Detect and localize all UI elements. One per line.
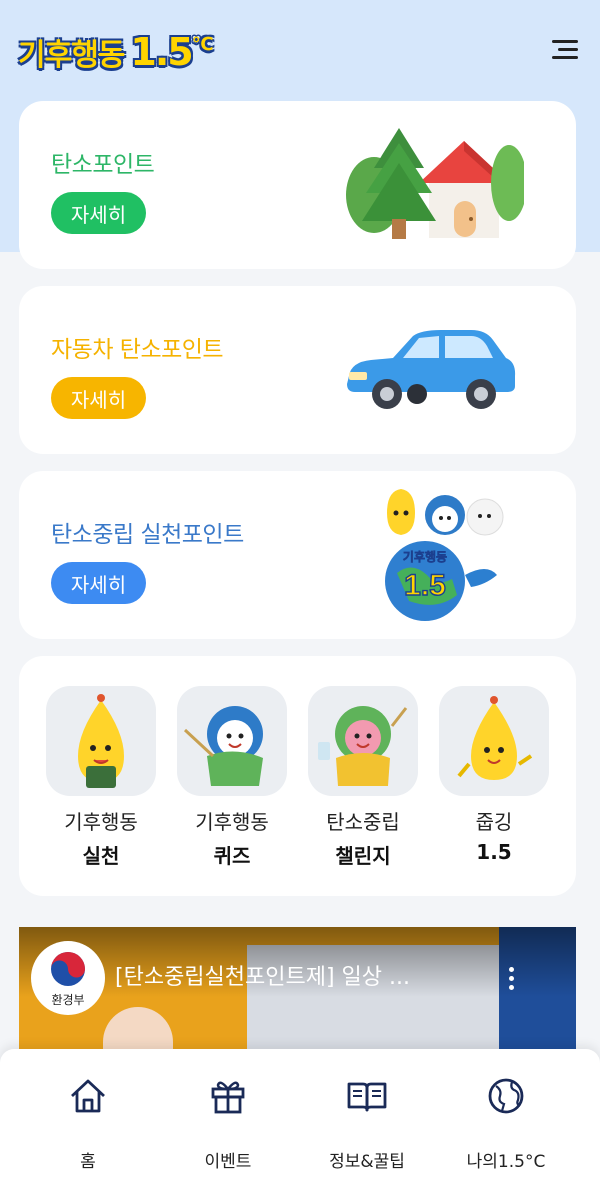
video-title[interactable]: [탄소중립실천포인트제] 일상 ...	[115, 959, 410, 991]
video-banner[interactable]: 환경부 [탄소중립실천포인트제] 일상 ...	[19, 927, 576, 1057]
logo-text: 기후행동	[18, 38, 125, 73]
carbon-point-card[interactable]: 탄소포인트 자세히	[19, 101, 576, 269]
quick-item-line2: 1.5	[476, 840, 512, 864]
channel-avatar[interactable]: 환경부	[31, 941, 105, 1015]
detail-button[interactable]: 자세히	[51, 377, 146, 419]
quick-item-line2: 챌린지	[335, 844, 391, 868]
nav-event[interactable]: 이벤트	[153, 1075, 303, 1172]
app-header: 기후행동 1.5 ℃	[0, 0, 600, 100]
quick-item-line1: 기후행동	[195, 810, 269, 834]
globe-icon	[488, 1078, 524, 1114]
svg-text:기후행동: 기후행동	[403, 549, 447, 564]
detail-button[interactable]: 자세히	[51, 562, 146, 604]
quick-item-line1: 탄소중립	[326, 810, 400, 834]
card-title: 탄소중립 실천포인트	[51, 522, 244, 548]
house-trees-illustration	[346, 128, 524, 239]
bottom-navigation: 홈 이벤트 정보&꿀팁 나의1.5°C	[0, 1049, 600, 1185]
app-logo[interactable]: 기후행동 1.5 ℃	[18, 30, 214, 74]
quick-item-practice[interactable]: 기후행동 실천	[46, 686, 156, 869]
quick-menu: 기후행동 실천 기후행동 퀴즈 탄소중립 챌린지 줍깅 1.5	[19, 656, 576, 896]
practice-mascot-icon	[46, 686, 156, 796]
quick-item-quiz[interactable]: 기후행동 퀴즈	[177, 686, 287, 869]
gift-icon	[211, 1081, 245, 1114]
quiz-mascot-icon	[177, 686, 287, 796]
book-icon	[347, 1082, 387, 1112]
card-title: 자동차 탄소포인트	[51, 337, 224, 363]
carbon-neutral-point-card[interactable]: 탄소중립 실천포인트 자세히 기후행동 1.5	[19, 471, 576, 639]
logo-number: 1.5	[130, 30, 193, 74]
korea-emblem-icon	[51, 952, 85, 986]
plogging-mascot-icon	[439, 686, 549, 796]
channel-label: 환경부	[51, 993, 85, 1007]
challenge-mascot-icon	[308, 686, 418, 796]
quick-item-line1: 줍깅	[475, 810, 513, 834]
nav-home[interactable]: 홈	[13, 1075, 163, 1172]
nav-label: 정보&꿀팁	[329, 1152, 405, 1172]
home-icon	[71, 1079, 105, 1113]
quick-item-line1: 기후행동	[64, 810, 138, 834]
quick-item-plogging[interactable]: 줍깅 1.5	[439, 686, 549, 864]
more-options-icon[interactable]	[509, 967, 517, 990]
logo-unit: ℃	[191, 34, 214, 55]
car-carbon-point-card[interactable]: 자동차 탄소포인트 자세히	[19, 286, 576, 454]
mascots-globe-illustration: 기후행동 1.5	[385, 489, 504, 621]
card-title: 탄소포인트	[51, 152, 155, 178]
quick-item-line2: 실천	[82, 844, 120, 868]
nav-label: 홈	[80, 1152, 96, 1172]
quick-item-challenge[interactable]: 탄소중립 챌린지	[308, 686, 418, 869]
svg-text:1.5: 1.5	[404, 569, 446, 602]
nav-label: 이벤트	[204, 1152, 252, 1172]
hamburger-menu-icon[interactable]	[548, 36, 578, 64]
nav-my-page[interactable]: 나의1.5°C	[431, 1075, 581, 1172]
quick-item-line2: 퀴즈	[213, 844, 251, 868]
nav-label: 나의1.5°C	[466, 1152, 546, 1172]
blue-car-illustration	[347, 330, 516, 409]
nav-info-tips[interactable]: 정보&꿀팁	[292, 1075, 442, 1172]
detail-button[interactable]: 자세히	[51, 192, 146, 234]
